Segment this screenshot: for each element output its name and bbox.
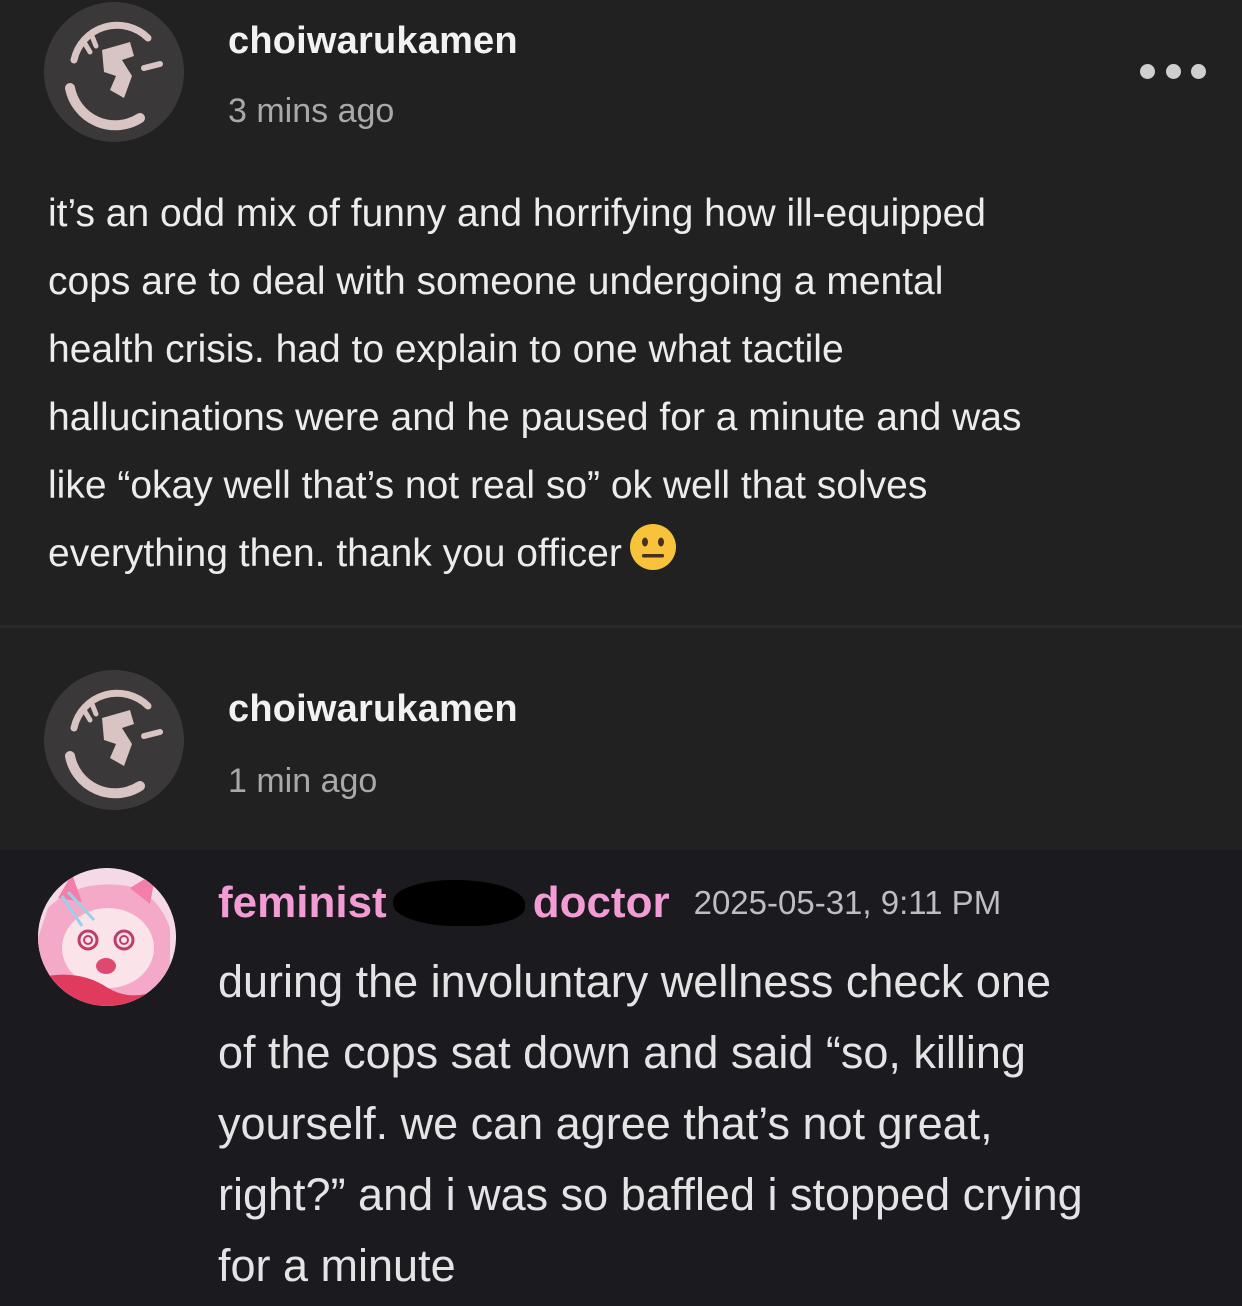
user-avatar[interactable] bbox=[44, 670, 184, 810]
chat-message-line: for a minute bbox=[218, 1240, 456, 1291]
user-avatar[interactable] bbox=[44, 2, 184, 142]
chat-message-body: during the involuntary wellness check on… bbox=[218, 946, 1238, 1301]
avatar-logo-icon bbox=[44, 2, 184, 142]
avatar-logo-icon bbox=[44, 670, 184, 810]
more-options-button[interactable] bbox=[1140, 58, 1206, 84]
post-body-line: like “okay well that’s not real so” ok w… bbox=[48, 464, 928, 507]
chat-timestamp: 2025-05-31, 9:11 PM bbox=[693, 884, 1002, 921]
redaction-mark bbox=[392, 880, 525, 926]
post-body-line: hallucinations were and he paused for a … bbox=[48, 396, 1022, 439]
chat-message-line: of the cops sat down and said “so, killi… bbox=[218, 1027, 1026, 1078]
chat-message-line: yourself. we can agree that’s not great, bbox=[218, 1098, 993, 1149]
chat-message-line: right?” and i was so baffled i stopped c… bbox=[218, 1169, 1083, 1220]
chat-username-part-2[interactable]: doctor bbox=[533, 878, 670, 928]
chat-message-line: during the involuntary wellness check on… bbox=[218, 956, 1051, 1007]
post-body-line: it’s an odd mix of funny and horrifying … bbox=[48, 192, 986, 235]
post-body-line: everything then. thank you officer bbox=[48, 532, 622, 575]
post-username[interactable]: choiwarukamen bbox=[228, 688, 518, 731]
post-username[interactable]: choiwarukamen bbox=[228, 20, 518, 63]
chat-username-part-1[interactable]: feminist bbox=[218, 878, 387, 928]
ellipsis-icon bbox=[1165, 63, 1181, 79]
post-body-line: health crisis. had to explain to one wha… bbox=[48, 328, 844, 371]
post-body-line: cops are to deal with someone undergoing… bbox=[48, 260, 944, 303]
post-body-last-line: everything then. thank you officer bbox=[48, 520, 1218, 588]
neutral-face-emoji-icon bbox=[629, 524, 676, 570]
post-timestamp: 1 min ago bbox=[228, 762, 378, 800]
chat-message-header: feminist doctor 2025-05-31, 9:11 PM bbox=[218, 878, 1001, 938]
ellipsis-icon bbox=[1140, 63, 1155, 79]
ellipsis-icon bbox=[1191, 63, 1206, 79]
chat-user-avatar[interactable] bbox=[38, 868, 176, 1006]
post-body: it’s an odd mix of funny and horrifying … bbox=[48, 180, 1218, 588]
post-timestamp: 3 mins ago bbox=[228, 92, 395, 130]
post-card bbox=[0, 628, 1242, 850]
anime-avatar-icon bbox=[38, 868, 176, 1006]
